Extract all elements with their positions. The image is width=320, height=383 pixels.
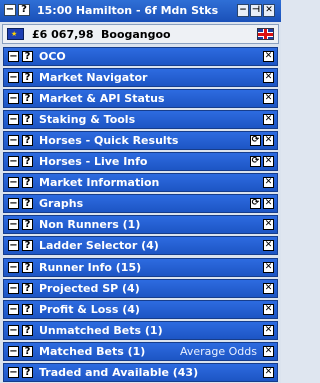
panel-header-horses-quick-results[interactable]: −? Horses - Quick Results ⟳ ✕ (3, 131, 278, 150)
minimize-button[interactable]: − (237, 4, 249, 17)
panel-title: Horses - Quick Results (39, 134, 179, 147)
window-title: 15:00 Hamilton - 6f Mdn Stks (37, 4, 219, 17)
minimize-icon[interactable]: − (8, 177, 19, 188)
close-icon[interactable]: ✕ (263, 304, 274, 315)
help-icon[interactable]: ? (22, 198, 33, 209)
minimize-icon[interactable]: − (8, 367, 19, 378)
help-icon[interactable]: ? (22, 72, 33, 83)
minimize-icon[interactable]: − (8, 135, 19, 146)
panel-title: Profit & Loss (4) (39, 303, 140, 316)
panel-header-non-runners-1[interactable]: −? Non Runners (1) ✕ (3, 215, 278, 234)
close-icon[interactable]: ✕ (263, 283, 274, 294)
eu-flag-icon[interactable]: ★ (7, 28, 24, 40)
list-icon[interactable]: − (4, 4, 16, 16)
minimize-icon[interactable]: − (8, 283, 19, 294)
panel-header-oco[interactable]: −? OCO ✕ (3, 47, 278, 66)
help-icon[interactable]: ? (22, 304, 33, 315)
account-balance-bar: ★ £6 067,98 Boogangoo (2, 24, 279, 44)
close-icon[interactable]: ✕ (263, 177, 274, 188)
help-icon[interactable]: ? (22, 367, 33, 378)
refresh-icon[interactable]: ⟳ (250, 135, 261, 146)
help-icon[interactable]: ? (18, 4, 30, 16)
panel-title: OCO (39, 50, 66, 63)
panel-title: Unmatched Bets (1) (39, 324, 163, 337)
help-icon[interactable]: ? (22, 177, 33, 188)
refresh-icon[interactable]: ⟳ (250, 156, 261, 167)
close-icon[interactable]: ✕ (263, 51, 274, 62)
close-icon[interactable]: ✕ (263, 135, 274, 146)
close-icon[interactable]: ✕ (263, 114, 274, 125)
help-icon[interactable]: ? (22, 156, 33, 167)
panel-title: Market Navigator (39, 71, 148, 84)
panel-title: Market & API Status (39, 92, 165, 105)
panel-title: Non Runners (1) (39, 218, 141, 231)
help-icon[interactable]: ? (22, 135, 33, 146)
panel-header-traded-and-available-43[interactable]: −? Traded and Available (43) ✕ (3, 363, 278, 382)
panel-title: Runner Info (15) (39, 261, 142, 274)
close-icon[interactable]: ✕ (263, 93, 274, 104)
panel-header-market-information[interactable]: −? Market Information ✕ (3, 173, 278, 192)
minimize-icon[interactable]: − (8, 346, 19, 357)
panel-header-projected-sp-4[interactable]: −? Projected SP (4) ✕ (3, 279, 278, 298)
close-icon[interactable]: ✕ (263, 219, 274, 230)
username: Boogangoo (101, 28, 171, 41)
minimize-icon[interactable]: − (8, 240, 19, 251)
title-bar[interactable]: − ? 15:00 Hamilton - 6f Mdn Stks − ⊣ ✕ (0, 0, 281, 22)
close-icon[interactable]: ✕ (263, 262, 274, 273)
close-icon[interactable]: ✕ (263, 325, 274, 336)
minimize-icon[interactable]: − (8, 198, 19, 209)
panel-header-runner-info-15[interactable]: −? Runner Info (15) ✕ (3, 258, 278, 277)
panel-title: Graphs (39, 197, 84, 210)
close-icon[interactable]: ✕ (263, 346, 274, 357)
help-icon[interactable]: ? (22, 240, 33, 251)
panel-title: Staking & Tools (39, 113, 136, 126)
panel-header-ladder-selector-4[interactable]: −? Ladder Selector (4) ✕ (3, 236, 278, 255)
minimize-icon[interactable]: − (8, 51, 19, 62)
balance-amount: £6 067,98 (32, 28, 94, 41)
panel-title: Matched Bets (1) (39, 345, 146, 358)
panel-header-graphs[interactable]: −? Graphs ⟳ ✕ (3, 194, 278, 213)
close-icon[interactable]: ✕ (263, 198, 274, 209)
panel-header-market-navigator[interactable]: −? Market Navigator ✕ (3, 68, 278, 87)
help-icon[interactable]: ? (22, 283, 33, 294)
panel-header-horses-live-info[interactable]: −? Horses - Live Info ⟳ ✕ (3, 152, 278, 171)
pin-button[interactable]: ⊣ (250, 4, 262, 17)
close-icon[interactable]: ✕ (263, 240, 274, 251)
panel-title: Traded and Available (43) (39, 366, 199, 379)
help-icon[interactable]: ? (22, 325, 33, 336)
close-icon[interactable]: ✕ (263, 72, 274, 83)
panel-header-unmatched-bets-1[interactable]: −? Unmatched Bets (1) ✕ (3, 321, 278, 340)
help-icon[interactable]: ? (22, 51, 33, 62)
minimize-icon[interactable]: − (8, 93, 19, 104)
app-window: − ? 15:00 Hamilton - 6f Mdn Stks − ⊣ ✕ ★… (0, 0, 281, 383)
minimize-icon[interactable]: − (8, 262, 19, 273)
uk-flag-icon[interactable] (257, 28, 274, 40)
minimize-icon[interactable]: − (8, 156, 19, 167)
panel-title: Ladder Selector (4) (39, 239, 159, 252)
minimize-icon[interactable]: − (8, 72, 19, 83)
panel-title: Horses - Live Info (39, 155, 148, 168)
minimize-icon[interactable]: − (8, 304, 19, 315)
panel-header-staking-tools[interactable]: −? Staking & Tools ✕ (3, 110, 278, 129)
panel-header-matched-bets-1[interactable]: −? Matched Bets (1) Average Odds ✕ (3, 342, 278, 361)
panel-title: Projected SP (4) (39, 282, 140, 295)
panel-title: Market Information (39, 176, 160, 189)
help-icon[interactable]: ? (22, 114, 33, 125)
help-icon[interactable]: ? (22, 346, 33, 357)
close-icon[interactable]: ✕ (263, 367, 274, 378)
refresh-icon[interactable]: ⟳ (250, 198, 261, 209)
minimize-icon[interactable]: − (8, 114, 19, 125)
panel-extra-label: Average Odds (179, 345, 257, 358)
panel-header-profit-loss-4[interactable]: −? Profit & Loss (4) ✕ (3, 300, 278, 319)
close-icon[interactable]: ✕ (263, 156, 274, 167)
help-icon[interactable]: ? (22, 93, 33, 104)
minimize-icon[interactable]: − (8, 219, 19, 230)
close-window-button[interactable]: ✕ (263, 4, 275, 17)
panel-header-market-api-status[interactable]: −? Market & API Status ✕ (3, 89, 278, 108)
minimize-icon[interactable]: − (8, 325, 19, 336)
help-icon[interactable]: ? (22, 219, 33, 230)
help-icon[interactable]: ? (22, 262, 33, 273)
